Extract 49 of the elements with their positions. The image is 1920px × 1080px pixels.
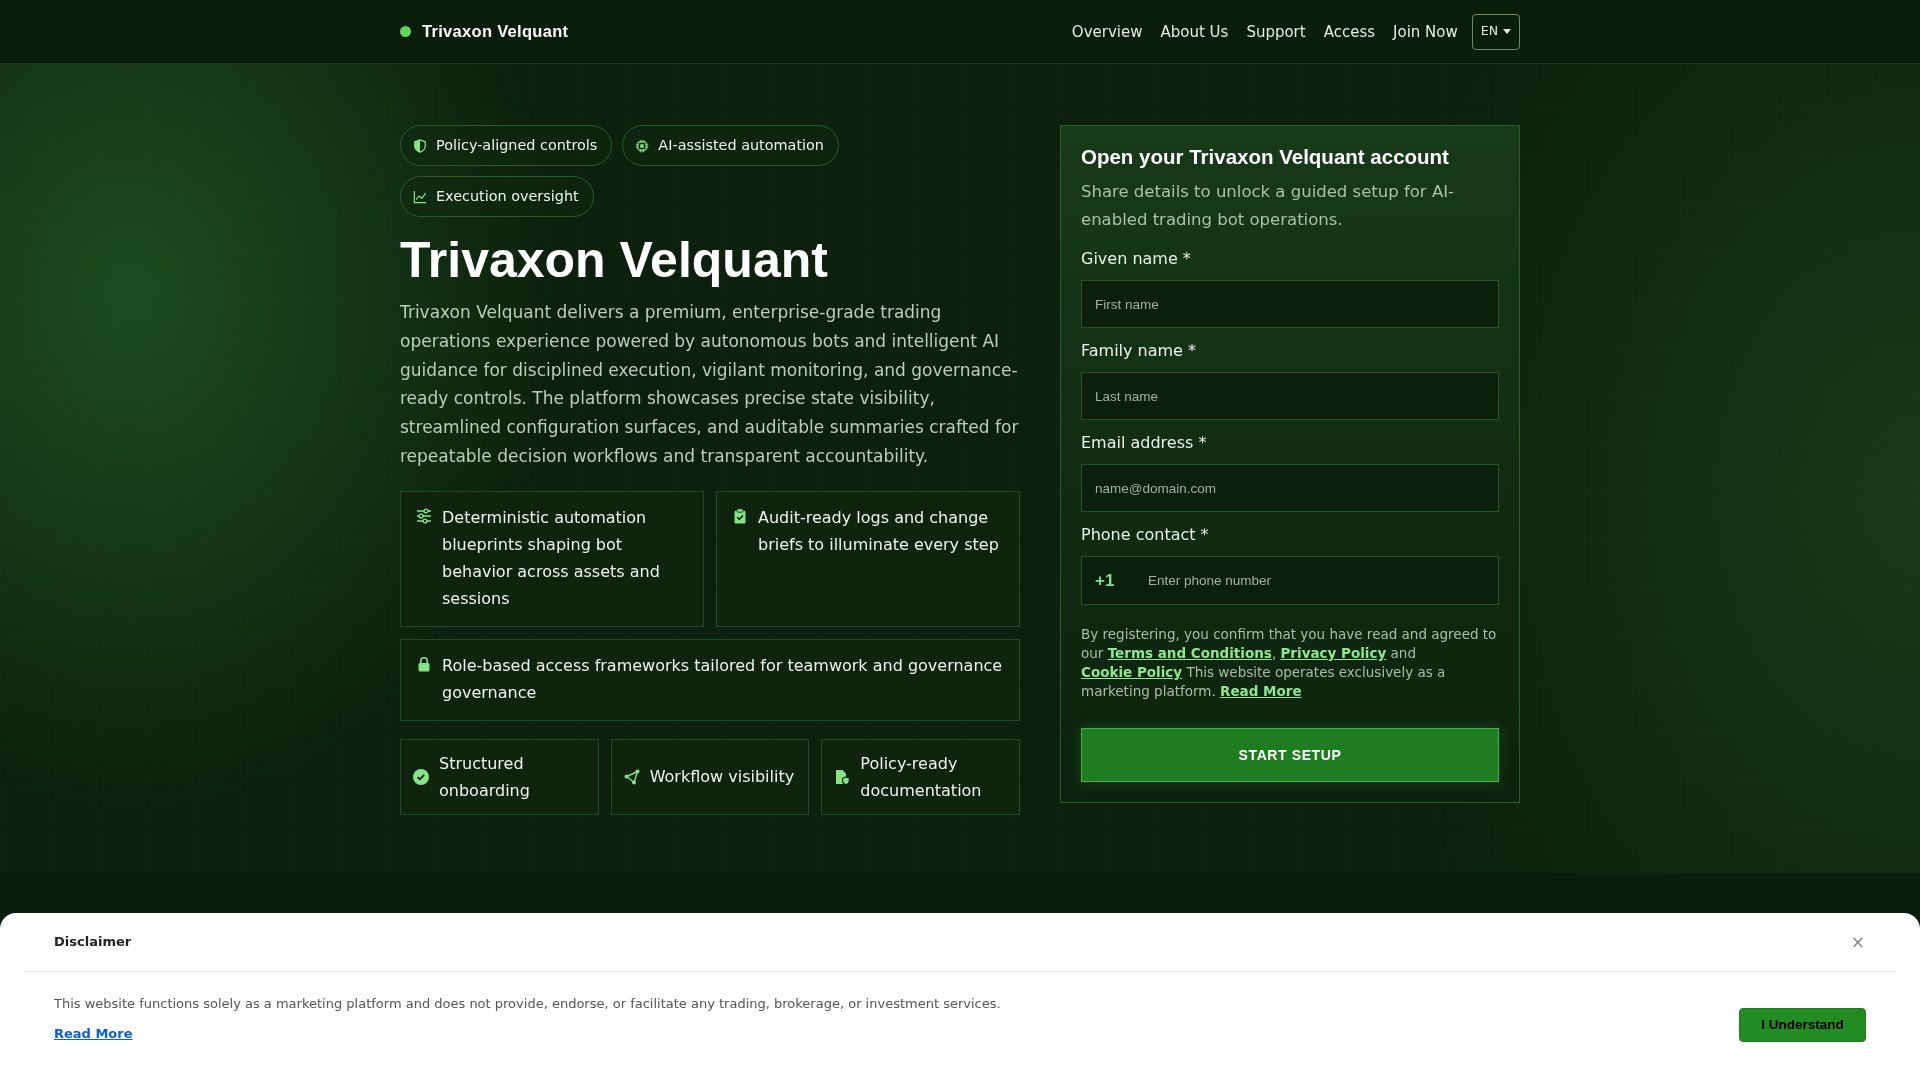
nav-link[interactable]: About Us: [1160, 20, 1229, 43]
consent-text: By registering, you confirm that you have read and agreed to our Terms and Conditions, Privacy Policy and Cookie Policy This website operates exclusively as a marketing platform. Read More: [1081, 625, 1498, 701]
consent-link[interactable]: Privacy Policy: [1280, 645, 1387, 661]
form-subtitle: Share details to unlock a guided setup for AI-enabled trading bot operations.: [1081, 181, 1455, 231]
chip-icon: [635, 138, 650, 153]
nav-link[interactable]: Access: [1323, 20, 1376, 43]
language-button[interactable]: EN: [1471, 13, 1520, 50]
brand-link[interactable]: Trivaxon Velquant: [400, 19, 569, 44]
caret-icon: [1503, 29, 1511, 34]
nav-link[interactable]: Join Now: [1393, 20, 1458, 43]
feature-text: Role-based access frameworks tailored for teamwork and governance governance: [442, 654, 1004, 704]
feature-text: Deterministic automation blueprints shaping bot behavior across assets and sessions: [442, 506, 661, 610]
field-label: Family name *: [1081, 340, 1198, 362]
logo-dot-icon: [400, 26, 411, 37]
check-circle-icon: [413, 768, 429, 785]
read-more-link[interactable]: Read More: [54, 1024, 133, 1044]
clipboard-check-icon: [732, 507, 748, 524]
feature-text: Audit-ready logs and change briefs to illuminate every step: [758, 506, 1000, 556]
shield-icon: [413, 138, 427, 153]
hero-description: Trivaxon Velquant delivers a premium, enterprise-grade trading operations experience powered by autonomous bots and intelligent AI guidance for disciplined execution, vigilant monitoring, and governance-ready controls. The platform showcases precise state visibility, streamlined configuration surfaces, and auditable summaries crafted for repeatable decision workflows and transparent accountability.: [400, 301, 1020, 468]
acknowledge-button[interactable]: I Understand: [1739, 1008, 1866, 1042]
field-label: Phone contact *: [1081, 524, 1210, 546]
text-input[interactable]: First name: [1081, 280, 1499, 328]
hero-title: Trivaxon Velquant: [400, 233, 829, 288]
feature-label: Policy-aligned controls: [436, 136, 598, 155]
nodes-icon: [623, 768, 640, 785]
consent-link[interactable]: Terms and Conditions: [1107, 645, 1272, 661]
nav-link[interactable]: Support: [1246, 20, 1306, 43]
close-button[interactable]: ×: [1850, 933, 1865, 951]
feature-label: Execution oversight: [436, 187, 579, 206]
consent-link[interactable]: Cookie Policy: [1081, 664, 1183, 680]
form-title: Open your Trivaxon Velquant account: [1081, 144, 1450, 169]
nav-link[interactable]: Overview: [1071, 20, 1143, 43]
line-chart-icon: [413, 189, 427, 204]
disclaimer-title: Disclaimer: [54, 933, 132, 952]
highlight-text: Policy-ready documentation: [860, 752, 983, 802]
lock-icon: [416, 655, 432, 672]
sliders-icon: [416, 507, 432, 524]
document-shield-icon: [834, 768, 851, 785]
text-input[interactable]: Last name: [1081, 372, 1499, 420]
email-input[interactable]: name@domain.com: [1081, 464, 1499, 512]
disclaimer-text: This website functions solely as a marketing platform and does not provide, endorse, or facilitate any trading, brokerage, or investment services.: [54, 995, 1001, 1013]
consent-link[interactable]: Read More: [1220, 683, 1302, 699]
highlight-text: Workflow visibility: [649, 766, 795, 789]
field-label: Given name *: [1081, 248, 1192, 270]
field-label: Email address *: [1081, 432, 1208, 454]
highlight-text: Structured onboarding: [439, 752, 531, 802]
feature-label: AI-assisted automation: [658, 136, 824, 155]
submit-button[interactable]: START SETUP: [1081, 728, 1499, 782]
